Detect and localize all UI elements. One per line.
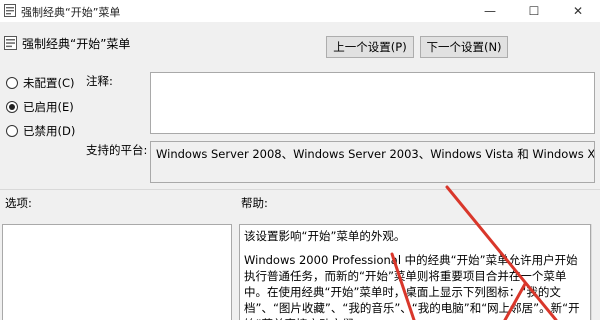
supported-platform-value: Windows Server 2008、Windows Server 2003、… — [150, 141, 595, 183]
title-bar: 强制经典“开始”菜单 — ☐ ✕ — [0, 0, 600, 22]
comment-field[interactable] — [150, 72, 595, 134]
help-paragraph: 该设置影响“开始”菜单的外观。 — [244, 229, 406, 243]
options-label: 选项: — [5, 196, 32, 210]
minimize-icon: — — [484, 4, 496, 18]
maximize-icon: ☐ — [528, 4, 540, 18]
previous-setting-button[interactable]: 上一个设置(P) — [326, 36, 414, 58]
help-paragraph: Windows 2000 Professional 中的经典“开始”菜单允许用户… — [244, 253, 580, 320]
radio-disabled[interactable]: 已禁用(D) — [6, 123, 75, 139]
policy-title: 强制经典“开始”菜单 — [22, 37, 131, 51]
radio-circle[interactable] — [6, 125, 18, 137]
radio-label: 已启用(E) — [23, 100, 74, 114]
policy-setting-icon — [4, 36, 17, 50]
policy-setting-icon — [4, 4, 16, 17]
radio-label: 未配置(C) — [23, 76, 75, 90]
radio-label: 已禁用(D) — [23, 124, 76, 138]
options-pane[interactable] — [2, 224, 232, 320]
help-label: 帮助: — [241, 196, 268, 210]
radio-circle[interactable] — [6, 77, 18, 89]
help-text-pane[interactable]: 该设置影响“开始”菜单的外观。 Windows 2000 Professiona… — [239, 224, 591, 320]
supported-platform-label: 支持的平台: — [86, 143, 148, 157]
comment-label: 注释: — [86, 74, 113, 88]
next-setting-button[interactable]: 下一个设置(N) — [420, 36, 508, 58]
close-button[interactable]: ✕ — [556, 0, 600, 22]
radio-circle[interactable] — [6, 101, 18, 113]
window-title: 强制经典“开始”菜单 — [21, 6, 121, 19]
close-icon: ✕ — [572, 4, 584, 18]
minimize-button[interactable]: — — [468, 0, 512, 22]
divider — [0, 189, 600, 190]
radio-enabled[interactable]: 已启用(E) — [6, 99, 74, 115]
help-scrollbar[interactable] — [591, 224, 600, 320]
maximize-button[interactable]: ☐ — [512, 0, 556, 22]
radio-not-configured[interactable]: 未配置(C) — [6, 75, 75, 91]
